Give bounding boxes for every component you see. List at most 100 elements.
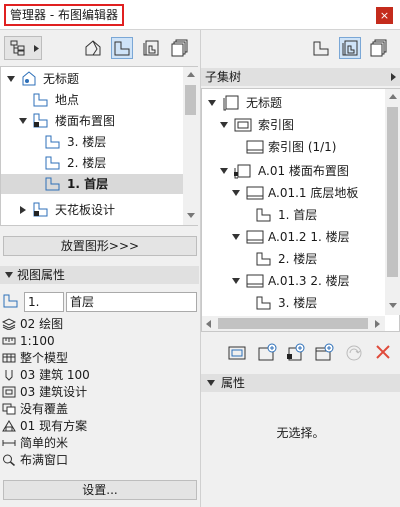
update-icon[interactable] (344, 343, 364, 363)
scroll-right-arrow[interactable] (375, 320, 380, 328)
project-icon (22, 71, 36, 86)
place-drawing-button[interactable]: 放置图形>>> (3, 236, 197, 256)
tree-item-label: A.01 楼面布置图 (258, 164, 349, 178)
tree-item-label: A.01.2 1. 楼层 (268, 230, 350, 244)
project-map-tab[interactable] (82, 37, 104, 59)
tree-scrollbar[interactable] (385, 89, 400, 315)
pen-set-row[interactable]: 03 建筑 100 (2, 367, 197, 383)
layer-combination-icon (2, 318, 16, 330)
view-property-list: 02 绘图 1:100 整个模型 03 建筑 100 03 建筑设计 没有覆盖 … (0, 314, 199, 474)
tree-item-layout-book[interactable]: 无标题 (202, 93, 385, 113)
tree-item-story-1[interactable]: 1. 首层 (1, 174, 183, 194)
zoom-row[interactable]: 布满窗口 (2, 452, 197, 468)
view-map-tab[interactable] (111, 37, 133, 59)
dimension-row[interactable]: 简单的米 (2, 435, 197, 451)
tree-item-layout-a012[interactable]: A.01.2 1. 楼层 (202, 227, 385, 247)
pen-set-icon (5, 370, 13, 381)
property-value: 简单的米 (20, 436, 69, 450)
tree-item-master-folder[interactable]: 索引图 (202, 115, 385, 135)
close-button[interactable]: × (376, 7, 393, 24)
tree-item-label: 2. 楼层 (67, 156, 107, 170)
publisher-sets-tab[interactable] (169, 37, 191, 59)
plan-view-icon (45, 177, 60, 191)
new-master-icon[interactable] (227, 343, 247, 363)
property-value: 布满窗口 (20, 453, 69, 467)
scroll-up-arrow[interactable] (187, 72, 195, 77)
tree-item-label: 索引图 (258, 118, 295, 132)
properties-header[interactable]: 属性 (201, 374, 400, 392)
tree-item-layout-a011[interactable]: A.01.1 底层地板 (202, 183, 385, 203)
chevron-down-icon (5, 272, 13, 278)
tree-item-subset-a01[interactable]: A.01 楼面布置图 (202, 161, 385, 181)
view-name-field[interactable]: 首层 (66, 292, 197, 312)
tree-item-stories-folder[interactable]: 楼面布置图 (1, 111, 183, 131)
settings-button[interactable]: 设置... (3, 480, 197, 500)
override-row[interactable]: 没有覆盖 (2, 401, 197, 417)
view-name-value: 首层 (70, 295, 95, 309)
story-folder-icon (33, 113, 48, 128)
scroll-down-arrow[interactable] (389, 303, 397, 308)
tree-item-project[interactable]: 无标题 (1, 69, 183, 89)
zoom-icon (3, 454, 15, 466)
delete-icon[interactable] (375, 344, 391, 360)
view-id-field[interactable]: 1. (24, 292, 64, 312)
chevron-down-icon[interactable] (232, 277, 240, 285)
tree-item-ceiling-folder[interactable]: 天花板设计 (1, 200, 183, 220)
scroll-thumb[interactable] (387, 107, 398, 277)
dimension-icon (2, 440, 16, 446)
renovation-filter-row[interactable]: 01 现有方案 (2, 418, 197, 434)
chevron-down-icon[interactable] (208, 99, 216, 107)
scale-icon (2, 337, 16, 345)
tree-item-site[interactable]: 地点 (1, 90, 183, 110)
tree-item-story-3[interactable]: 3. 楼层 (1, 132, 183, 152)
chevron-down-icon[interactable] (232, 189, 240, 197)
view-map-tab[interactable] (310, 37, 332, 59)
window-title: 管理器 - 布图编辑器 (4, 4, 124, 26)
model-view-option-row[interactable]: 03 建筑设计 (2, 384, 197, 400)
layout-book-tab[interactable] (140, 37, 162, 59)
tree-item-story-2[interactable]: 2. 楼层 (1, 153, 183, 173)
tree-structure-icon (10, 40, 25, 56)
property-value: 没有覆盖 (20, 402, 69, 416)
new-layout-icon[interactable] (257, 343, 277, 363)
chevron-down-icon[interactable] (220, 121, 228, 129)
chevron-right-icon[interactable] (19, 206, 27, 214)
layer-combination-row[interactable]: 02 绘图 (2, 316, 197, 332)
horizontal-scrollbar[interactable] (202, 316, 385, 331)
tree-item-label: 1. 首层 (278, 208, 318, 222)
chevron-down-icon[interactable] (7, 75, 15, 83)
tree-item-label: 楼面布置图 (55, 114, 116, 128)
tree-mode-dropdown[interactable] (4, 36, 42, 60)
new-subset-icon[interactable] (285, 343, 305, 363)
chevron-down-icon[interactable] (19, 117, 27, 125)
chevron-down-icon (207, 380, 215, 386)
scroll-thumb[interactable] (218, 318, 368, 329)
layout-book-tab[interactable] (339, 37, 361, 59)
chevron-down-icon[interactable] (232, 233, 240, 241)
scroll-left-arrow[interactable] (206, 320, 211, 328)
tree-item-label: 3. 楼层 (278, 296, 318, 310)
scroll-up-arrow[interactable] (389, 94, 397, 99)
subset-tree-header[interactable]: 子集树 (201, 68, 400, 86)
view-properties-header[interactable]: 视图属性 (0, 266, 199, 284)
tree-item-drawing[interactable]: 3. 楼层 (202, 293, 385, 313)
plan-view-icon (114, 41, 130, 56)
tree-item-drawing[interactable]: 1. 首层 (202, 205, 385, 225)
tree-item-master-sheet[interactable]: 索引图 (1/1) (202, 137, 385, 157)
tree-scrollbar[interactable] (183, 67, 198, 225)
plan-view-icon (33, 93, 48, 107)
tree-item-drawing[interactable]: 2. 楼层 (202, 249, 385, 269)
new-folder-icon[interactable] (314, 343, 334, 363)
property-value: 整个模型 (20, 351, 69, 365)
tree-item-layout-a013[interactable]: A.01.3 2. 楼层 (202, 271, 385, 291)
scale-row[interactable]: 1:100 (2, 333, 197, 349)
property-value: 03 建筑设计 (20, 385, 88, 399)
layout-sheet-icon (246, 186, 264, 200)
chevron-down-icon[interactable] (220, 167, 228, 175)
plan-view-icon (45, 135, 60, 149)
scroll-thumb[interactable] (185, 85, 196, 115)
publisher-sets-tab[interactable] (368, 37, 390, 59)
structure-display-row[interactable]: 整个模型 (2, 350, 197, 366)
plan-view-icon (313, 41, 329, 56)
scroll-down-arrow[interactable] (187, 213, 195, 218)
